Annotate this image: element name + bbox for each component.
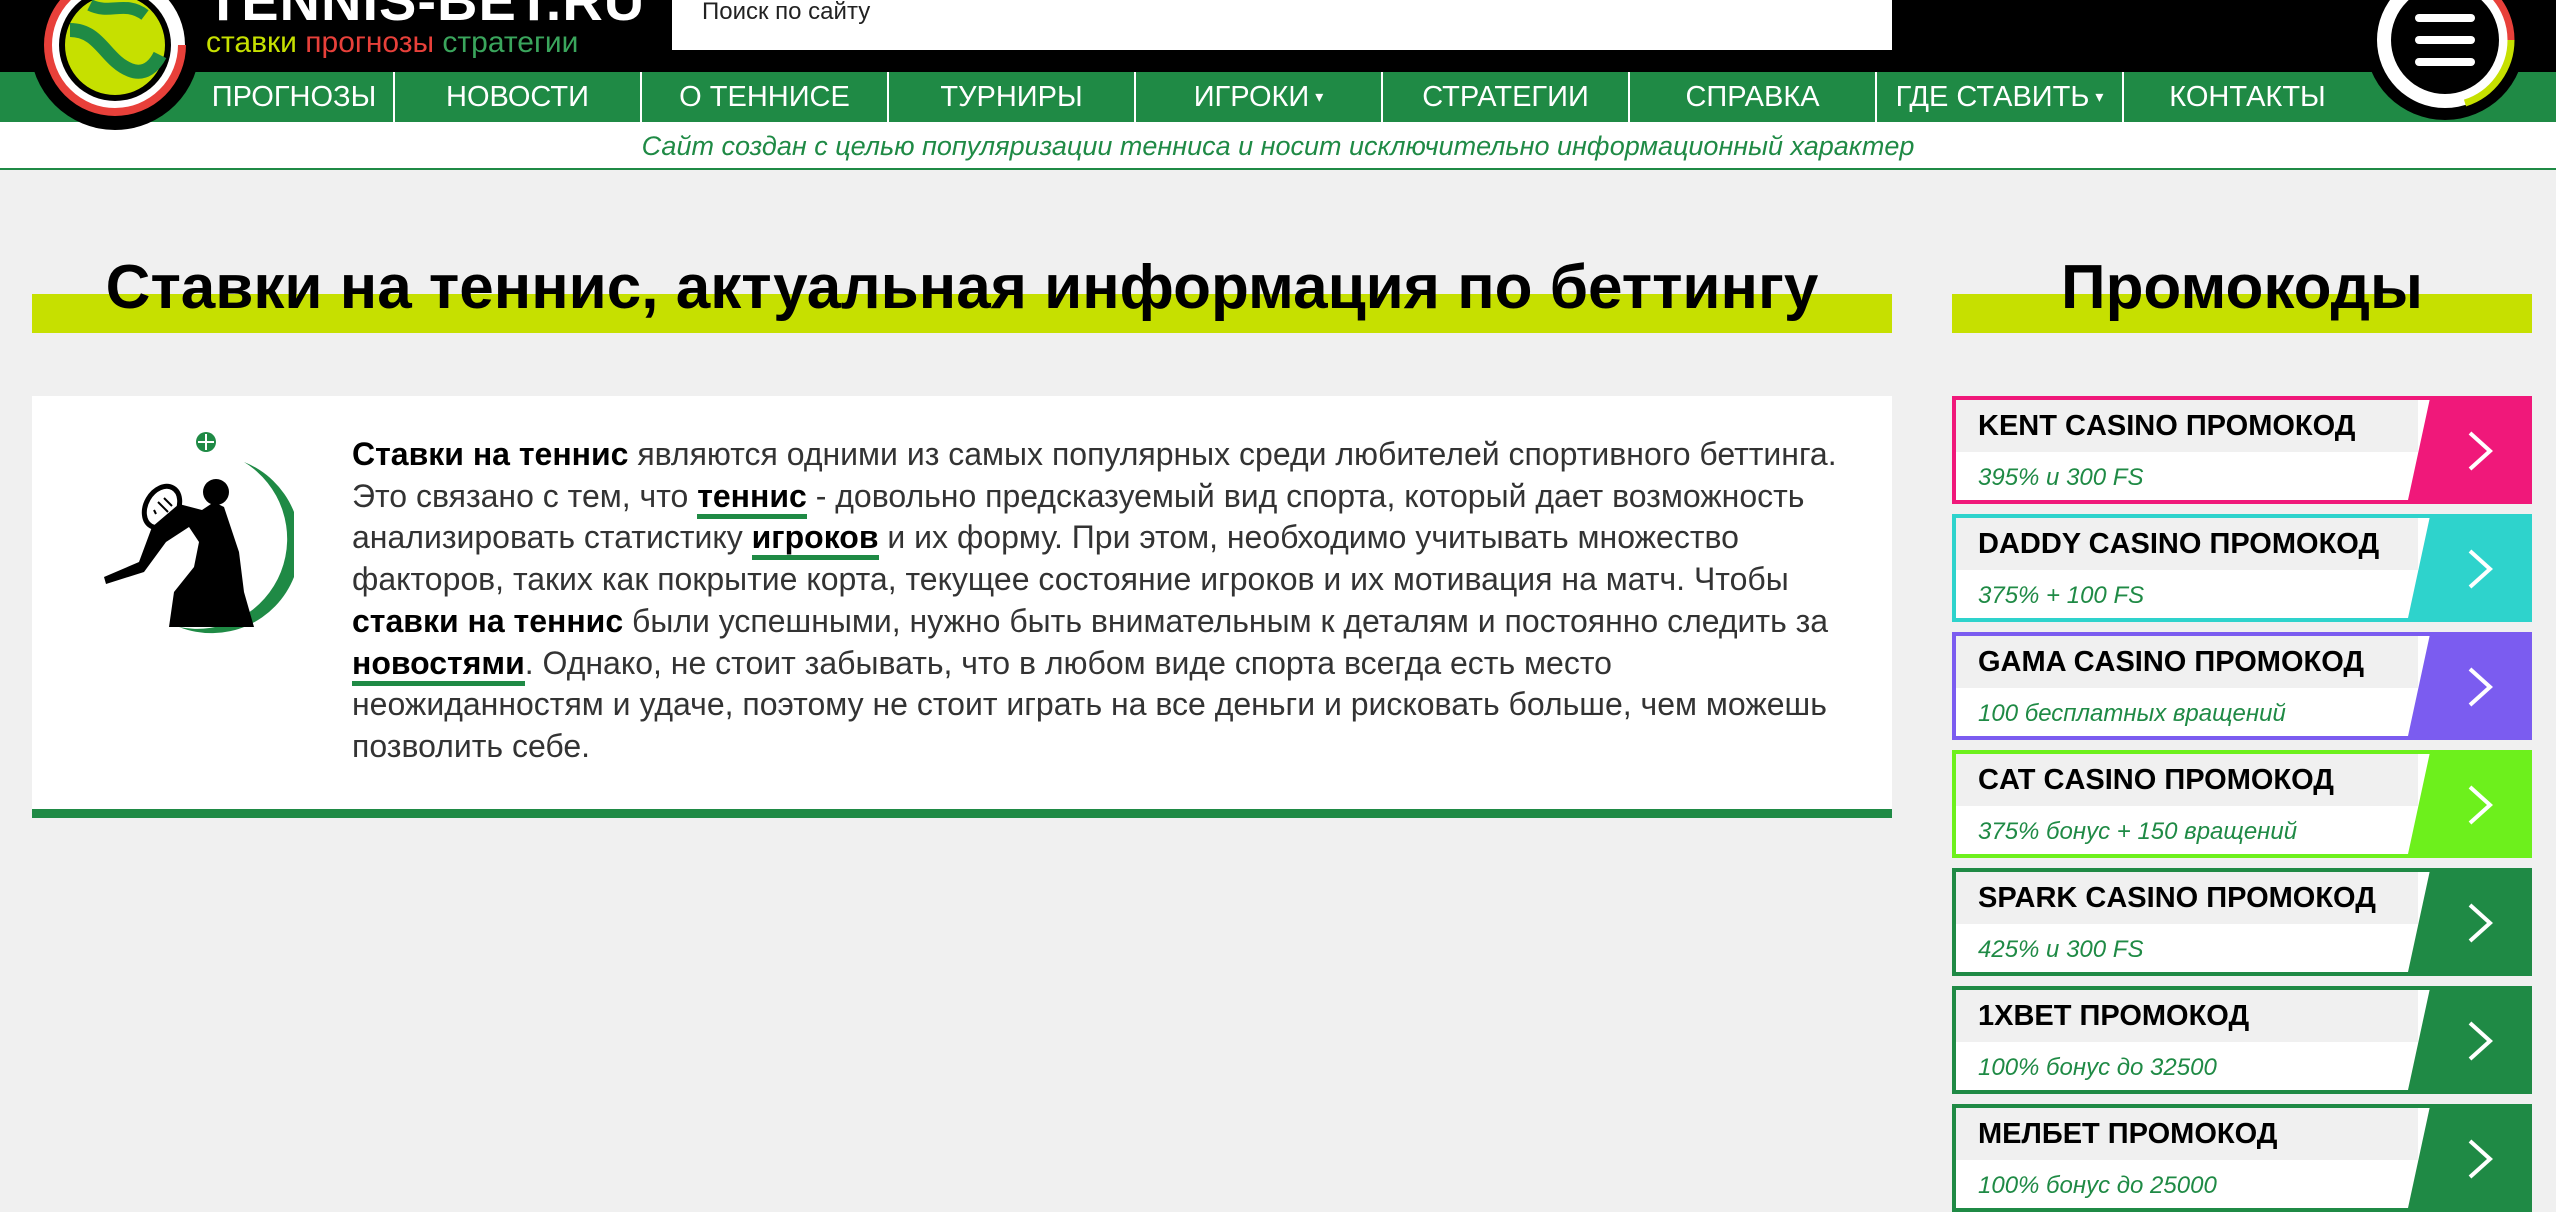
nav-label: О ТЕННИСЕ — [679, 81, 850, 113]
nav-label: ТУРНИРЫ — [940, 81, 1083, 113]
search-input[interactable] — [702, 0, 1892, 24]
nav-label: СТРАТЕГИИ — [1422, 81, 1589, 113]
page-title-text: Ставки на теннис, актуальная информация … — [105, 253, 1819, 322]
site-notice: Сайт создан с целью популяризации теннис… — [0, 122, 2556, 170]
nav-label: СПРАВКА — [1685, 81, 1820, 113]
promo-title: МЕЛБЕТ ПРОМОКОД — [1978, 1118, 2278, 1150]
promo-arrow-button[interactable] — [2408, 636, 2528, 736]
nav-label: НОВОСТИ — [446, 81, 589, 113]
link-news[interactable]: новостями — [352, 644, 525, 686]
promo-title: DADDY CASINO ПРОМОКОД — [1978, 528, 2380, 560]
intro-part: . Однако, не стоит забывать, что в любом… — [352, 644, 1827, 764]
promo-title: GAMA CASINO ПРОМОКОД — [1978, 646, 2365, 678]
intro-card: Ставки на теннис являются одними из самы… — [32, 396, 1892, 818]
promo-card[interactable]: KENT CASINO ПРОМОКОД 395% и 300 FS — [1952, 396, 2532, 504]
main-nav: ПРОГНОЗЫ НОВОСТИ О ТЕННИСЕ ТУРНИРЫ ИГРОК… — [0, 72, 2556, 122]
nav-item-tournaments[interactable]: ТУРНИРЫ — [889, 72, 1136, 122]
promo-card[interactable]: 1XBET ПРОМОКОД 100% бонус до 32500 — [1952, 986, 2532, 1094]
nav-item-players[interactable]: ИГРОКИ ▾ — [1136, 72, 1383, 122]
promo-arrow-button[interactable] — [2408, 754, 2528, 854]
tag-bets: ставки — [206, 26, 297, 59]
promo-subtitle: 375% бонус + 150 вращений — [1978, 818, 2298, 845]
promo-subtitle: 100 бесплатных вращений — [1978, 700, 2286, 727]
promo-card[interactable]: CAT CASINO ПРОМОКОД 375% бонус + 150 вращ… — [1952, 750, 2532, 858]
tennis-ball-logo-icon — [35, 0, 195, 125]
promo-card[interactable]: DADDY CASINO ПРОМОКОД 375% + 100 FS — [1952, 514, 2532, 622]
nav-label: ПРОГНОЗЫ — [211, 81, 377, 113]
link-players[interactable]: игроков — [751, 519, 879, 561]
chevron-down-icon: ▾ — [1315, 89, 1324, 107]
promo-subtitle: 425% и 300 FS — [1978, 936, 2144, 963]
chevron-down-icon: ▾ — [2095, 89, 2104, 107]
promo-subtitle: 375% + 100 FS — [1978, 582, 2145, 609]
nav-item-contacts[interactable]: КОНТАКТЫ — [2124, 72, 2371, 122]
promo-title: SPARK CASINO ПРОМОКОД — [1978, 882, 2376, 914]
site-logo[interactable] — [30, 0, 200, 130]
nav-item-forecasts[interactable]: ПРОГНОЗЫ — [195, 72, 395, 122]
tag-strategies: стратегии — [442, 26, 579, 59]
chevron-right-icon — [2468, 903, 2493, 943]
promo-arrow-button[interactable] — [2408, 518, 2528, 618]
page-title: Ставки на теннис, актуальная информация … — [32, 248, 1892, 333]
promo-arrow-button[interactable] — [2408, 990, 2528, 1090]
promo-title: KENT CASINO ПРОМОКОД — [1978, 410, 2356, 442]
chevron-right-icon — [2468, 1021, 2493, 1061]
promo-card[interactable]: GAMA CASINO ПРОМОКОД 100 бесплатных враще… — [1952, 632, 2532, 740]
promo-subtitle: 395% и 300 FS — [1978, 464, 2144, 491]
sidebar-title: Промокоды — [1952, 248, 2532, 333]
intro-text: Ставки на теннис являются одними из самы… — [352, 434, 1852, 768]
chevron-right-icon — [2468, 667, 2493, 707]
promo-title: CAT CASINO ПРОМОКОД — [1978, 764, 2334, 796]
nav-item-where-to-bet[interactable]: ГДЕ СТАВИТЬ ▾ — [1877, 72, 2124, 122]
tag-forecasts: прогнозы — [305, 26, 435, 59]
promo-card[interactable]: SPARK CASINO ПРОМОКОД 425% и 300 FS — [1952, 868, 2532, 976]
sidebar-title-text: Промокоды — [2061, 253, 2423, 322]
hamburger-menu-icon — [2369, 0, 2521, 116]
nav-item-about-tennis[interactable]: О ТЕННИСЕ — [642, 72, 889, 122]
chevron-right-icon — [2468, 785, 2493, 825]
nav-label: КОНТАКТЫ — [2169, 81, 2326, 113]
intro-part: были успешными, нужно быть внимательным … — [623, 602, 1829, 639]
chevron-right-icon — [2468, 1139, 2493, 1179]
nav-item-help[interactable]: СПРАВКА — [1630, 72, 1877, 122]
nav-item-strategies[interactable]: СТРАТЕГИИ — [1383, 72, 1630, 122]
nav-item-news[interactable]: НОВОСТИ — [395, 72, 642, 122]
link-tennis[interactable]: теннис — [697, 477, 807, 519]
intro-bold: ставки на теннис — [352, 602, 624, 639]
promo-arrow-button[interactable] — [2408, 872, 2528, 972]
search-box[interactable] — [672, 0, 1892, 50]
nav-label: ГДЕ СТАВИТЬ — [1895, 81, 2090, 113]
promo-arrow-button[interactable] — [2408, 400, 2528, 500]
intro-bold: Ставки на теннис — [352, 436, 629, 472]
promo-title: 1XBET ПРОМОКОД — [1978, 1000, 2250, 1032]
nav-label: ИГРОКИ — [1193, 81, 1310, 113]
brand[interactable]: TENNIS-BET.RU ставки прогнозы стратегии — [206, 0, 645, 60]
promo-subtitle: 100% бонус до 32500 — [1978, 1054, 2217, 1081]
chevron-right-icon — [2468, 431, 2493, 471]
menu-button[interactable] — [2365, 0, 2525, 120]
chevron-right-icon — [2468, 549, 2493, 589]
promo-arrow-button[interactable] — [2408, 1108, 2528, 1208]
tennis-player-icon — [104, 432, 294, 634]
